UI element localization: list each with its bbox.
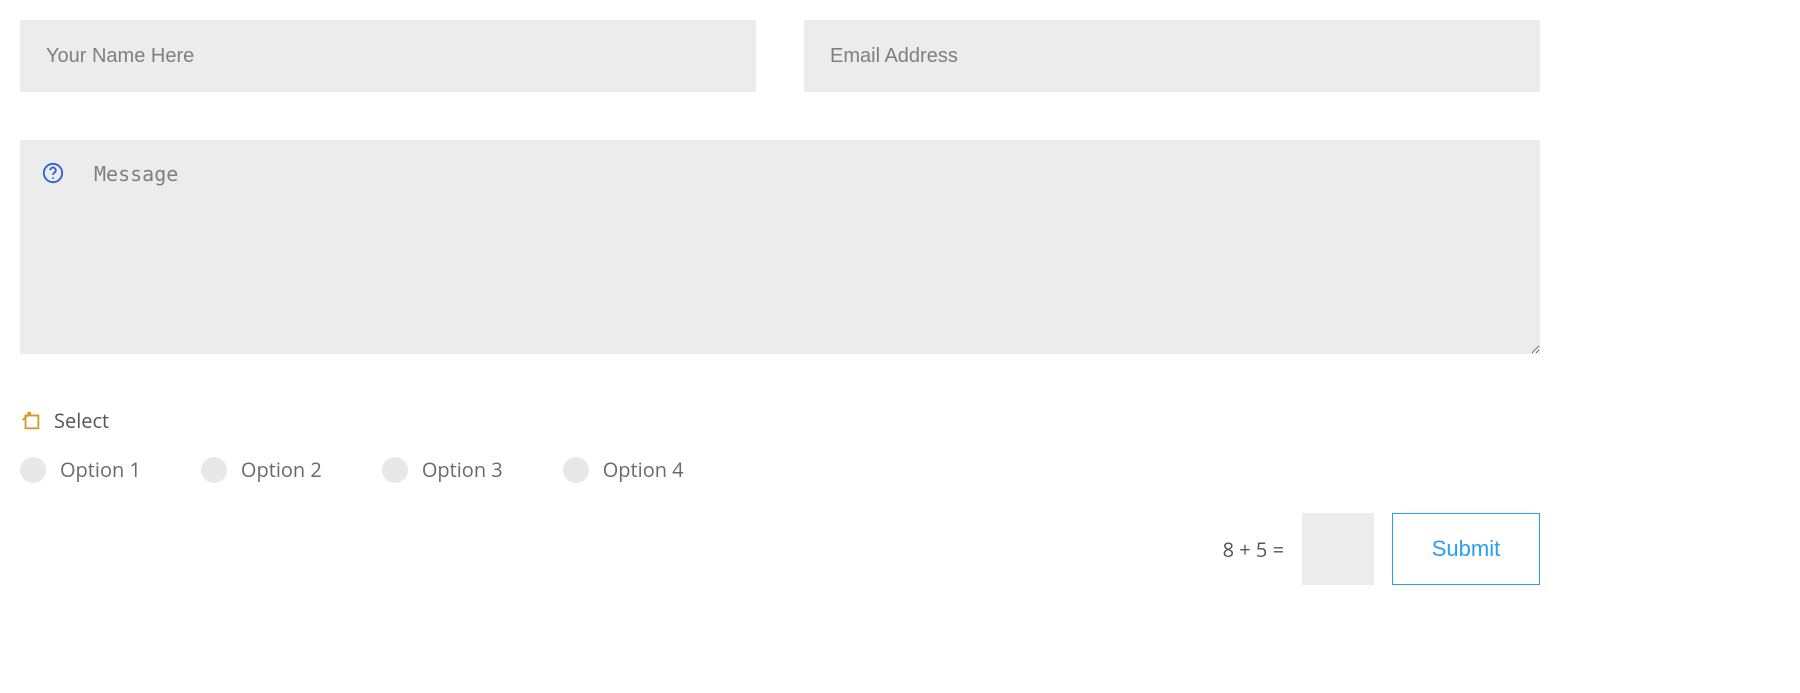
submit-button[interactable]: Submit	[1392, 513, 1540, 585]
radio-option-label: Option 4	[603, 456, 684, 483]
radio-dot-icon	[382, 457, 408, 483]
help-icon	[42, 162, 64, 184]
radio-option-3[interactable]: Option 3	[382, 456, 503, 483]
captcha-input[interactable]	[1302, 513, 1374, 585]
contact-form: Select Option 1 Option 2 Option 3 Option…	[20, 20, 1540, 585]
form-footer: 8 + 5 = Submit	[20, 513, 1540, 585]
radio-option-label: Option 2	[241, 456, 322, 483]
radio-group: Option 1 Option 2 Option 3 Option 4	[20, 456, 1540, 483]
radio-dot-icon	[563, 457, 589, 483]
select-label-row: Select	[20, 407, 1540, 434]
message-textarea[interactable]	[20, 140, 1540, 354]
radio-dot-icon	[20, 457, 46, 483]
radio-option-label: Option 3	[422, 456, 503, 483]
message-wrap	[20, 140, 1540, 359]
name-input[interactable]	[20, 20, 756, 92]
select-label: Select	[54, 407, 109, 434]
radio-option-4[interactable]: Option 4	[563, 456, 684, 483]
radio-option-1[interactable]: Option 1	[20, 456, 141, 483]
select-icon	[20, 410, 42, 432]
name-email-row	[20, 20, 1540, 92]
captcha-question: 8 + 5 =	[1223, 536, 1284, 563]
email-input[interactable]	[804, 20, 1540, 92]
radio-option-label: Option 1	[60, 456, 141, 483]
radio-dot-icon	[201, 457, 227, 483]
radio-option-2[interactable]: Option 2	[201, 456, 322, 483]
